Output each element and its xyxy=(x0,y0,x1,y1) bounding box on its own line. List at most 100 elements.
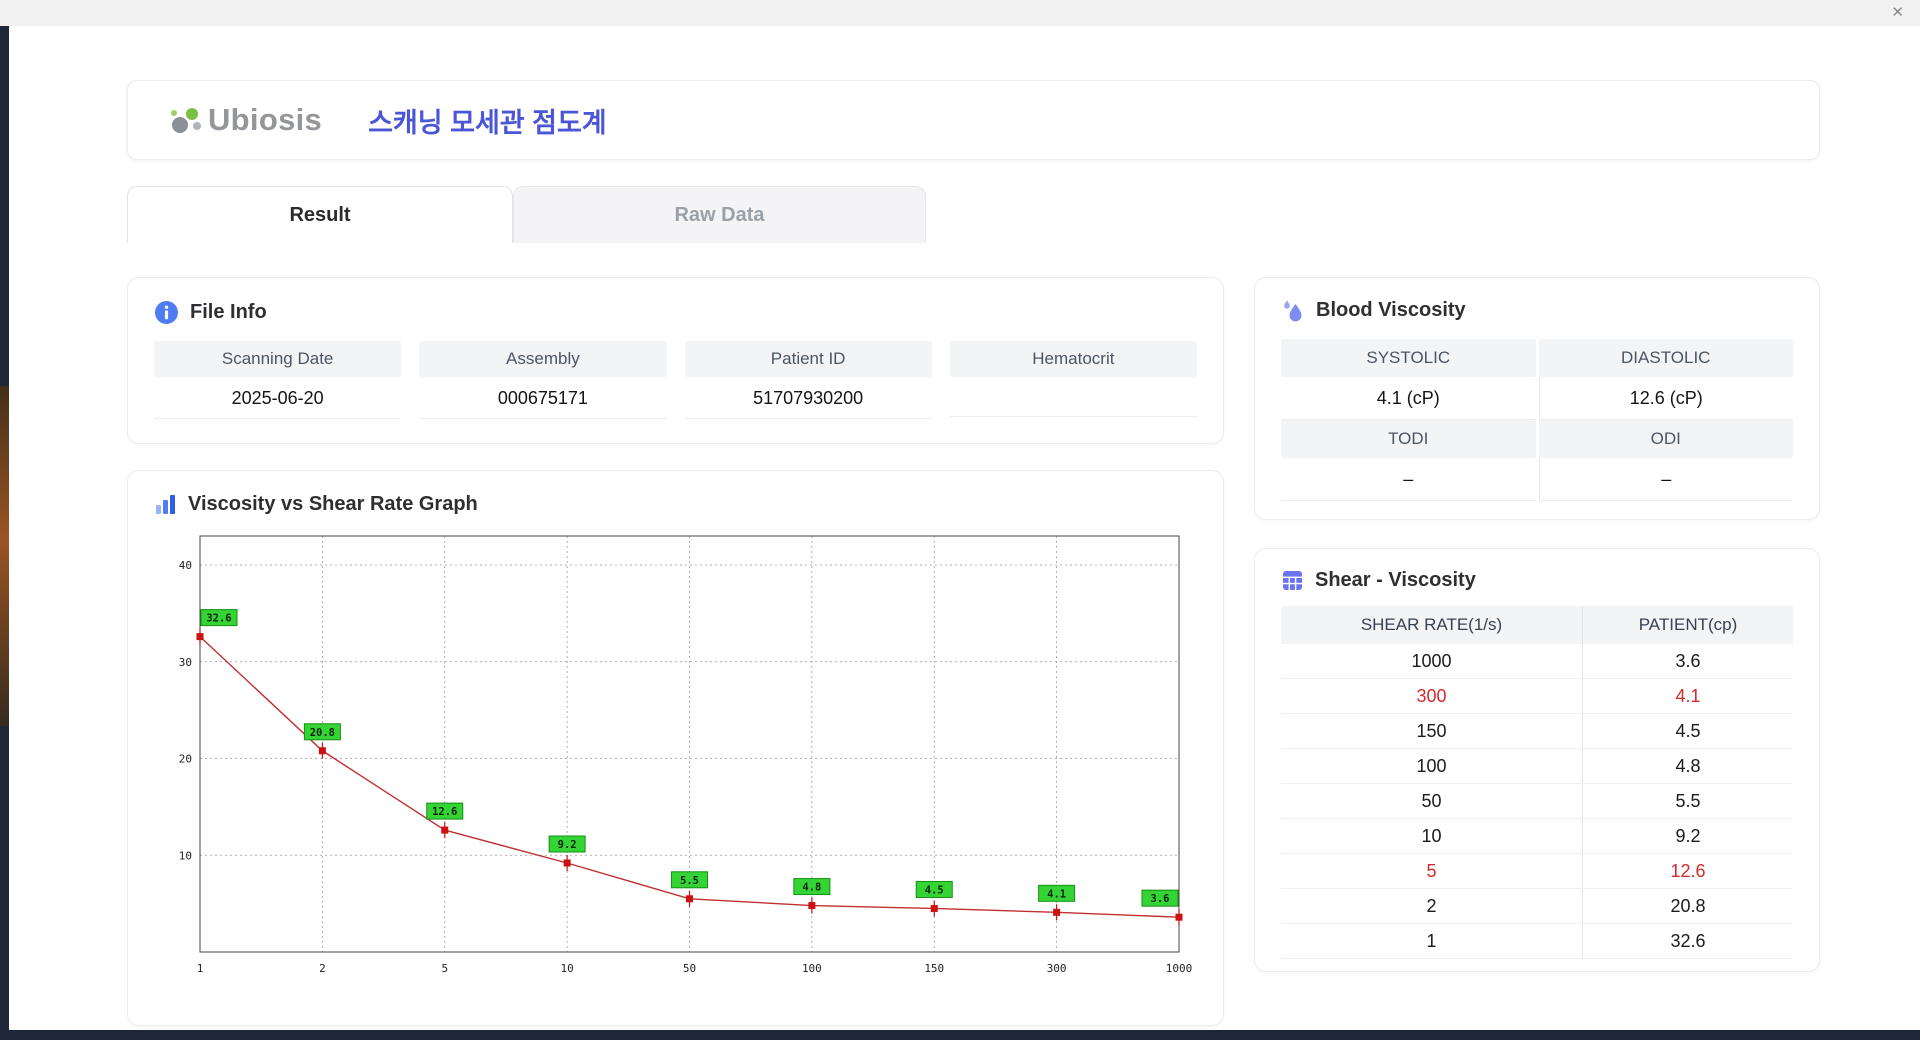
table-row-shear-50: 50 5.5 xyxy=(1281,783,1793,819)
patient-cp-cell: 4.1 xyxy=(1582,678,1793,714)
patient-cp-cell: 32.6 xyxy=(1582,923,1793,959)
column-header-patient: PATIENT(cp) xyxy=(1582,606,1793,644)
patient-cp-cell: 20.8 xyxy=(1582,888,1793,924)
logo-dots-icon xyxy=(168,104,204,138)
field-value-scanning-date: 2025-06-20 xyxy=(154,377,402,419)
shear-viscosity-title-row: Shear - Viscosity xyxy=(1281,569,1793,592)
bar-chart-icon xyxy=(154,493,177,516)
file-info-field-assembly: Assembly 000675171 xyxy=(419,341,667,419)
app-window: Ubiosis 스캐닝 모세관 점도계 Result Raw Data File… xyxy=(9,26,1920,1030)
info-icon xyxy=(154,300,179,325)
page-title: 스캐닝 모세관 점도계 xyxy=(368,107,607,138)
systolic-value: 4.1 (cP) xyxy=(1281,377,1536,420)
svg-text:1: 1 xyxy=(197,962,204,975)
shear-viscosity-title: Shear - Viscosity xyxy=(1315,569,1476,591)
left-column: File Info Scanning Date 2025-06-20 Assembl… xyxy=(127,277,1224,1026)
svg-text:20: 20 xyxy=(179,753,192,766)
table-row-shear-150: 150 4.5 xyxy=(1281,713,1793,749)
shear-rate-cell: 10 xyxy=(1281,818,1583,854)
shear-rate-cell: 2 xyxy=(1281,888,1583,924)
shear-rate-cell: 300 xyxy=(1281,678,1583,714)
droplet-icon xyxy=(1281,298,1305,323)
svg-text:20.8: 20.8 xyxy=(310,727,335,739)
table-row-shear-300: 300 4.1 xyxy=(1281,678,1793,714)
patient-cp-cell: 4.5 xyxy=(1582,713,1793,749)
left-edge-strip xyxy=(0,26,9,1040)
svg-text:5: 5 xyxy=(441,962,448,975)
bottom-edge-strip xyxy=(0,1030,1920,1040)
diastolic-value: 12.6 (cP) xyxy=(1538,377,1793,420)
logo: Ubiosis xyxy=(168,102,322,138)
svg-text:5.5: 5.5 xyxy=(680,875,699,887)
tab-raw-data[interactable]: Raw Data xyxy=(513,186,926,243)
close-icon[interactable]: ✕ xyxy=(1891,3,1904,23)
file-info-fields: Scanning Date 2025-06-20 Assembly 000675171… xyxy=(154,341,1197,419)
table-row-shear-1: 1 32.6 xyxy=(1281,923,1793,959)
file-info-field-scanning-date: Scanning Date 2025-06-20 xyxy=(154,341,402,419)
todi-label: TODI xyxy=(1281,420,1536,458)
patient-cp-cell: 12.6 xyxy=(1582,853,1793,889)
svg-text:12.6: 12.6 xyxy=(432,806,457,818)
table-row-shear-1000: 1000 3.6 xyxy=(1281,644,1793,679)
table-row-shear-5: 5 12.6 xyxy=(1281,853,1793,889)
file-info-field-patient-id: Patient ID 51707930200 xyxy=(684,341,932,419)
shear-rate-cell: 1000 xyxy=(1281,644,1583,679)
blood-viscosity-title: Blood Viscosity xyxy=(1316,299,1466,321)
patient-cp-cell: 5.5 xyxy=(1582,783,1793,819)
shear-viscosity-card: Shear - Viscosity SHEAR RATE(1/s) PATIEN… xyxy=(1254,548,1820,972)
tab-bar: Result Raw Data xyxy=(127,186,1820,243)
viscosity-chart: 1 2 5 10 50 100 150 300 1000 10 20 30 40 32.6 20.8 12.6… xyxy=(179,535,1193,975)
tab-result[interactable]: Result xyxy=(127,186,513,243)
field-label-scanning-date: Scanning Date xyxy=(154,341,402,377)
table-row-shear-2: 2 20.8 xyxy=(1281,888,1793,924)
svg-text:3.6: 3.6 xyxy=(1151,893,1170,905)
shear-rate-cell: 5 xyxy=(1281,853,1583,889)
table-row-shear-10: 10 9.2 xyxy=(1281,818,1793,854)
svg-text:40: 40 xyxy=(179,559,192,572)
blood-viscosity-grid: SYSTOLIC DIASTOLIC 4.1 (cP) 12.6 (cP) TO… xyxy=(1281,339,1793,501)
app-header: Ubiosis 스캐닝 모세관 점도계 xyxy=(127,80,1820,160)
svg-text:150: 150 xyxy=(924,962,944,975)
svg-text:2: 2 xyxy=(319,962,326,975)
table-row-shear-100: 100 4.8 xyxy=(1281,748,1793,784)
main-content: File Info Scanning Date 2025-06-20 Assembl… xyxy=(127,277,1820,1026)
patient-cp-cell: 3.6 xyxy=(1582,644,1793,679)
odi-value: – xyxy=(1538,458,1793,501)
svg-text:10: 10 xyxy=(561,962,574,975)
logo-text: Ubiosis xyxy=(208,102,323,137)
svg-text:4.5: 4.5 xyxy=(925,884,944,896)
svg-text:9.2: 9.2 xyxy=(558,839,577,851)
shear-rate-cell: 150 xyxy=(1281,713,1583,749)
background-artifact xyxy=(0,386,9,726)
shear-rate-cell: 50 xyxy=(1281,783,1583,819)
patient-cp-cell: 9.2 xyxy=(1582,818,1793,854)
window-title-bar: ✕ xyxy=(0,0,1920,26)
field-label-hematocrit: Hematocrit xyxy=(949,341,1197,377)
grid-table-icon xyxy=(1281,569,1304,592)
svg-text:4.8: 4.8 xyxy=(802,882,821,894)
graph-title-row: Viscosity vs Shear Rate Graph xyxy=(154,493,1197,516)
svg-text:1000: 1000 xyxy=(1166,962,1193,975)
shear-rate-cell: 100 xyxy=(1281,748,1583,784)
graph-card: Viscosity vs Shear Rate Graph 1 2 5 10 50 100… xyxy=(127,470,1224,1026)
file-info-title: File Info xyxy=(190,301,267,323)
svg-text:10: 10 xyxy=(179,849,192,862)
field-value-assembly: 000675171 xyxy=(419,377,667,419)
systolic-label: SYSTOLIC xyxy=(1281,339,1536,377)
svg-text:100: 100 xyxy=(802,962,822,975)
column-header-shear-rate: SHEAR RATE(1/s) xyxy=(1281,606,1583,644)
graph-title: Viscosity vs Shear Rate Graph xyxy=(188,493,478,515)
field-label-assembly: Assembly xyxy=(419,341,667,377)
file-info-card: File Info Scanning Date 2025-06-20 Assembl… xyxy=(127,277,1224,444)
diastolic-label: DIASTOLIC xyxy=(1538,339,1793,377)
svg-text:50: 50 xyxy=(683,962,696,975)
field-value-patient-id: 51707930200 xyxy=(684,377,932,419)
patient-cp-cell: 4.8 xyxy=(1582,748,1793,784)
odi-label: ODI xyxy=(1538,420,1793,458)
svg-text:300: 300 xyxy=(1047,962,1067,975)
shear-viscosity-table-body: 1000 3.6 300 4.1 150 4.5 100 4.8 50 5.5 10 9.2 5 12.6… xyxy=(1281,644,1793,959)
svg-text:32.6: 32.6 xyxy=(206,613,231,625)
file-info-title-row: File Info xyxy=(154,300,1197,325)
shear-rate-cell: 1 xyxy=(1281,923,1583,959)
svg-text:4.1: 4.1 xyxy=(1047,888,1066,900)
